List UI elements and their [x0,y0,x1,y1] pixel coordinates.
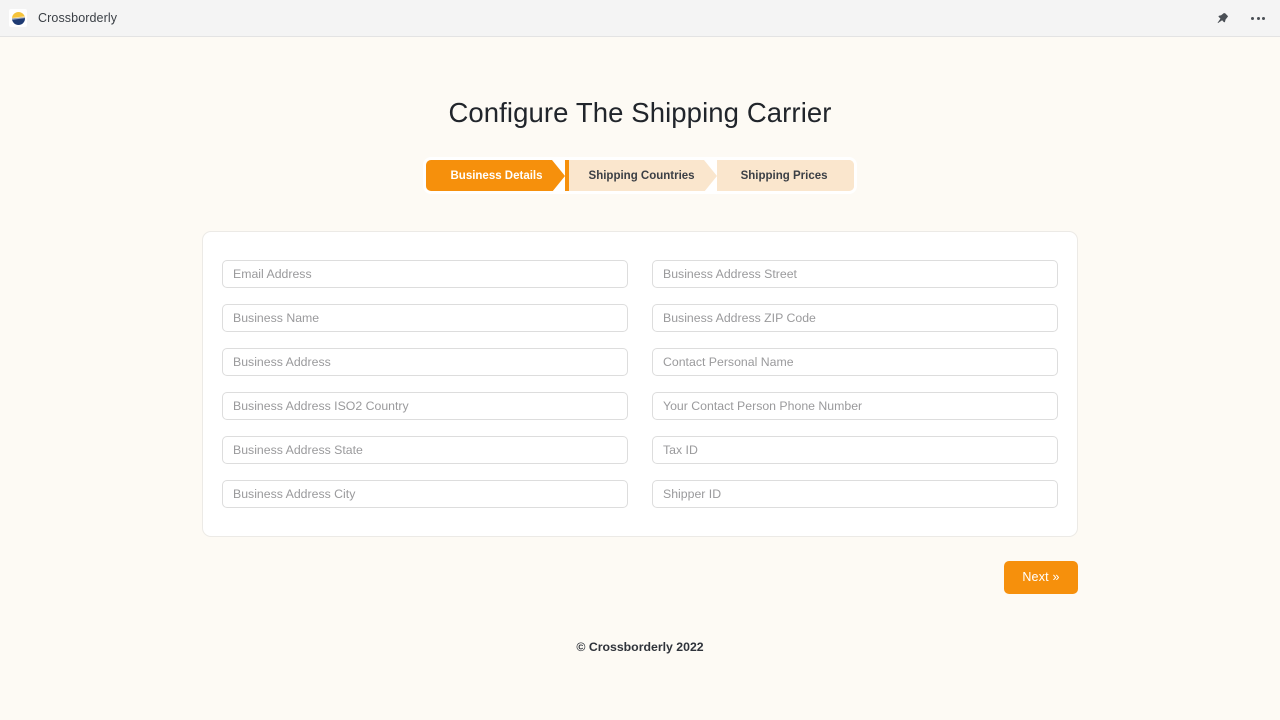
crossborderly-globe-logo-icon [9,9,27,27]
stepper-arrow-icon [547,160,570,191]
business-address-zip-code-input[interactable] [652,304,1058,332]
business-address-state-input[interactable] [222,436,628,464]
business-details-form [222,260,1058,508]
next-button[interactable]: Next » [1004,560,1078,594]
page-content: Configure The Shipping Carrier Business … [0,37,1280,720]
stepper-step-label: Shipping Countries [588,169,695,182]
app-bar-left: Crossborderly [9,9,117,27]
business-name-input[interactable] [222,304,628,332]
business-address-city-input[interactable] [222,480,628,508]
stepper-wrapper: Business Details Shipping Countries Shippi… [0,157,1280,194]
stepper-arrow-icon [699,160,722,191]
stepper-inner: Business Details Shipping Countries Shippi… [426,160,854,191]
contact-personal-name-input[interactable] [652,348,1058,376]
stepper-step-business-details[interactable]: Business Details [426,160,570,191]
tax-id-input[interactable] [652,436,1058,464]
business-address-input[interactable] [222,348,628,376]
contact-person-phone-number-input[interactable] [652,392,1058,420]
stepper-step-label: Shipping Prices [740,169,828,182]
form-actions: Next » [202,560,1078,594]
pin-icon[interactable] [1212,8,1232,28]
more-options-icon[interactable] [1248,8,1268,28]
stepper: Business Details Shipping Countries Shippi… [423,157,857,194]
page-title: Configure The Shipping Carrier [448,97,832,128]
footer-copyright: © Crossborderly 2022 [576,639,704,654]
business-details-card [202,231,1078,537]
shipper-id-input[interactable] [652,480,1058,508]
stepper-step-label: Business Details [450,169,543,182]
business-address-iso2-country-input[interactable] [222,392,628,420]
app-bar-title: Crossborderly [38,11,118,25]
app-bar: Crossborderly [0,0,1280,37]
business-address-street-input[interactable] [652,260,1058,288]
stepper-step-shipping-prices[interactable]: Shipping Prices [720,160,854,191]
stepper-step-shipping-countries[interactable]: Shipping Countries [568,160,722,191]
app-bar-right [1212,8,1268,28]
email-address-input[interactable] [222,260,628,288]
